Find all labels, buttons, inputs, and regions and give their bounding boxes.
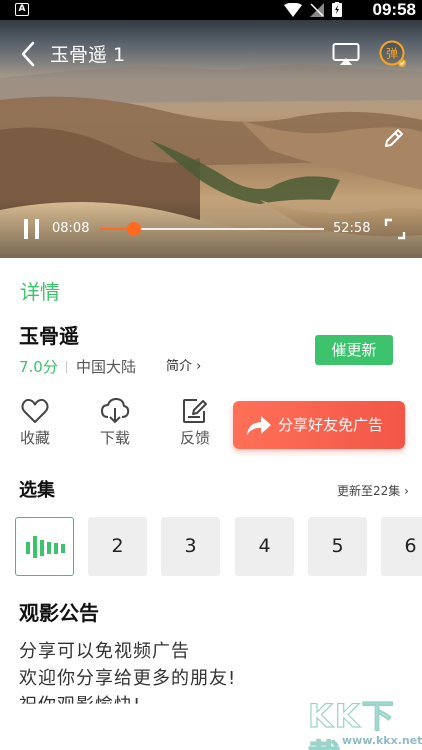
episode-1-playing[interactable] (15, 517, 74, 576)
share-label: 分享好友免广告 (278, 416, 384, 434)
rating: 7.0分 (19, 358, 58, 376)
region: 中国大陆 (76, 358, 137, 376)
playing-bars-icon (25, 536, 65, 558)
progress-thumb[interactable] (126, 222, 141, 236)
show-title: 玉骨遥 (19, 324, 79, 348)
notice-line: 分享可以免视频广告 (19, 641, 190, 662)
video-title: 玉骨遥 1 (50, 44, 126, 66)
notice-line: 祝你观影愉快! (19, 695, 142, 716)
heart-icon (21, 398, 49, 423)
feedback-label: 反馈 (179, 429, 210, 447)
notice-title: 观影公告 (19, 601, 99, 625)
favorite-button[interactable]: 收藏 (10, 398, 60, 454)
remind-update-button[interactable]: 催更新 (315, 335, 393, 365)
svg-text:弹: 弹 (386, 47, 398, 61)
notice-line: 欢迎你分享给更多的朋友! (19, 668, 237, 689)
clock: 09:58 (372, 0, 416, 19)
intro-link[interactable]: 简介 › (166, 357, 201, 377)
episode-button[interactable]: 6 (381, 517, 422, 576)
video-player[interactable]: 玉骨遥 1 弹 08:08 52:58 (0, 20, 422, 258)
feedback-icon (183, 399, 207, 423)
episode-button[interactable]: 2 (88, 517, 147, 576)
share-arrow-icon (247, 416, 271, 435)
divider (66, 361, 67, 373)
no-signal-icon (310, 2, 324, 17)
status-bar: A 09:58 (0, 0, 422, 20)
episode-button[interactable]: 5 (308, 517, 367, 576)
fullscreen-icon[interactable] (384, 218, 406, 240)
cast-icon[interactable] (332, 42, 360, 66)
feedback-button[interactable]: 反馈 (170, 398, 220, 454)
notification-a-icon: A (15, 3, 29, 16)
status-icons (284, 2, 342, 17)
download-icon (101, 398, 130, 424)
favorite-label: 收藏 (19, 429, 50, 447)
tab-detail[interactable]: 详情 (20, 278, 60, 306)
watermark: KK下载 www.kkx.net (302, 696, 422, 750)
episodes-title: 选集 (19, 480, 55, 501)
episodes-update-link[interactable]: 更新至22集 › (337, 482, 409, 500)
pause-icon[interactable] (21, 217, 43, 241)
download-label: 下载 (99, 429, 130, 447)
share-friends-button[interactable]: 分享好友免广告 (233, 401, 405, 449)
watermark-url: www.kkx.net (342, 734, 422, 747)
battery-charging-icon (332, 2, 342, 17)
wifi-icon (284, 2, 302, 17)
edit-icon[interactable] (382, 126, 406, 150)
download-button[interactable]: 下载 (90, 398, 140, 454)
danmaku-icon[interactable]: 弹 (379, 40, 407, 68)
episode-button[interactable]: 4 (235, 517, 294, 576)
current-time: 08:08 (52, 221, 90, 236)
back-icon[interactable] (18, 40, 42, 68)
total-time: 52:58 (333, 221, 371, 236)
episode-button[interactable]: 3 (161, 517, 220, 576)
progress-bar[interactable] (100, 222, 324, 236)
